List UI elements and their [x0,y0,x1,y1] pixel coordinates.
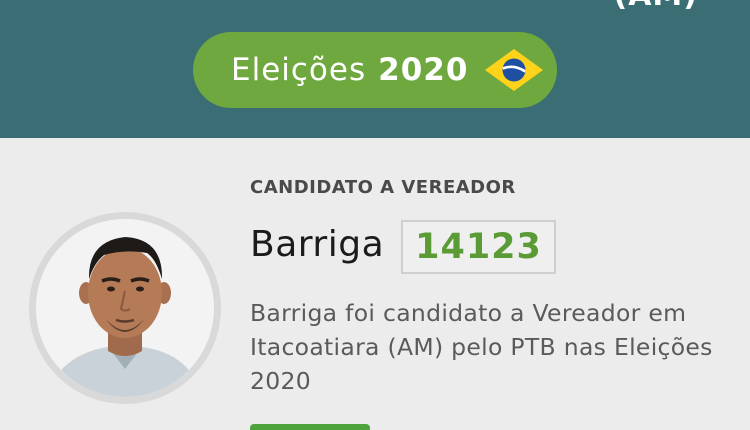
candidate-name: Barriga [250,224,385,265]
elections-2020-badge[interactable]: Eleições 2020 [193,32,557,108]
brazil-flag-icon [485,49,543,91]
candidate-photo [36,219,214,397]
elections-label: Eleições [231,52,367,88]
action-button[interactable] [250,424,370,430]
candidate-role: CANDIDATO A VEREADOR [250,177,516,198]
candidate-description: Barriga foi candidato a Vereador em Itac… [250,299,713,395]
header-bar: (AM) Eleições 2020 [0,0,750,138]
header-partial-title: (AM) [614,0,699,13]
candidate-page: (AM) Eleições 2020 [0,0,750,430]
candidate-number: 14123 [401,220,556,274]
elections-year: 2020 [378,52,469,88]
candidate-avatar [36,219,214,397]
